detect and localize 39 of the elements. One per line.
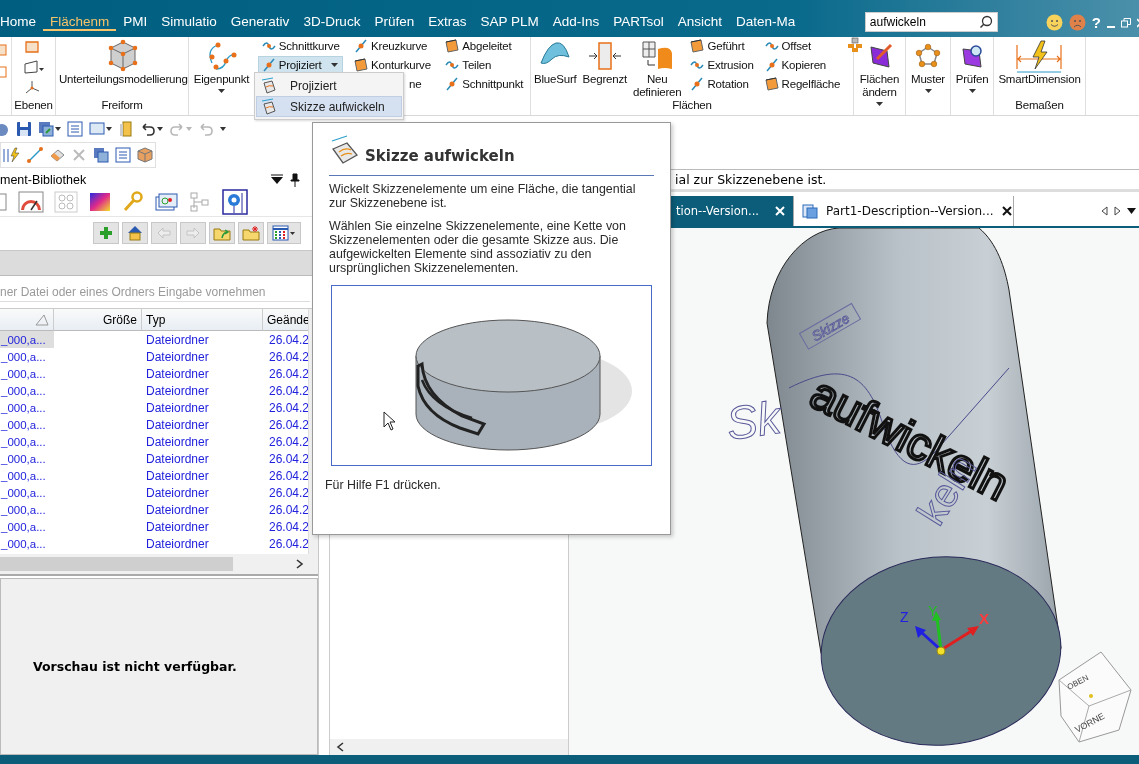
- type-cell-text: Dateiordner: [145, 518, 210, 536]
- date-cell-text: 26.04.2: [268, 501, 308, 519]
- type-cell-text: Dateiordner: [145, 348, 210, 366]
- group-label: Bemaßen: [1015, 99, 1064, 111]
- date-cell-text: 26.04.2: [268, 416, 308, 434]
- date-cell-text: 26.04.2: [268, 331, 308, 349]
- axis-label: X: [979, 610, 989, 628]
- date-cell-text: 26.04.2: [268, 382, 308, 400]
- model-text: Sk: [723, 391, 784, 451]
- type-cell-text: Dateiordner: [145, 416, 210, 434]
- type-cell-text: Dateiordner: [145, 450, 210, 468]
- date-cell-text: 26.04.2: [268, 365, 308, 383]
- date-cell-text: 26.04.2: [268, 450, 308, 468]
- panel-title: ment-Bibliothek: [0, 173, 88, 188]
- tooltip-title: Skizze aufwickeln: [365, 147, 515, 165]
- type-cell-text: Dateiordner: [145, 484, 210, 502]
- type-cell-text: Dateiordner: [145, 535, 210, 553]
- date-cell-text: 26.04.2: [268, 433, 308, 451]
- type-cell-text: Dateiordner: [145, 501, 210, 519]
- date-cell-text: 26.04.2: [268, 535, 308, 553]
- date-cell-text: 26.04.2: [268, 399, 308, 417]
- prompt-text: ial zur Skizzenebene ist.: [675, 172, 827, 188]
- type-cell-text: Dateiordner: [145, 331, 210, 349]
- date-cell-text: 26.04.2: [268, 467, 308, 485]
- date-cell-text: 26.04.2: [268, 518, 308, 536]
- date-cell-text: 26.04.2: [268, 348, 308, 366]
- type-cell-text: Dateiordner: [145, 365, 210, 383]
- axis-label: Y: [928, 603, 938, 620]
- help-hint: Für Hilfe F1 drücken.: [325, 478, 441, 492]
- group-label: Ebenen: [14, 99, 53, 111]
- type-cell-text: Dateiordner: [145, 467, 210, 485]
- group-label: Flächen: [672, 99, 712, 111]
- type-cell-text: Dateiordner: [145, 433, 210, 451]
- preview-message: Vorschau ist nicht verfügbar.: [33, 659, 237, 675]
- type-cell-text: Dateiordner: [145, 382, 210, 400]
- group-label: Freiform: [101, 99, 143, 111]
- axis-label: Z: [900, 609, 909, 626]
- date-cell-text: 26.04.2: [268, 484, 308, 502]
- type-cell-text: Dateiordner: [145, 399, 210, 417]
